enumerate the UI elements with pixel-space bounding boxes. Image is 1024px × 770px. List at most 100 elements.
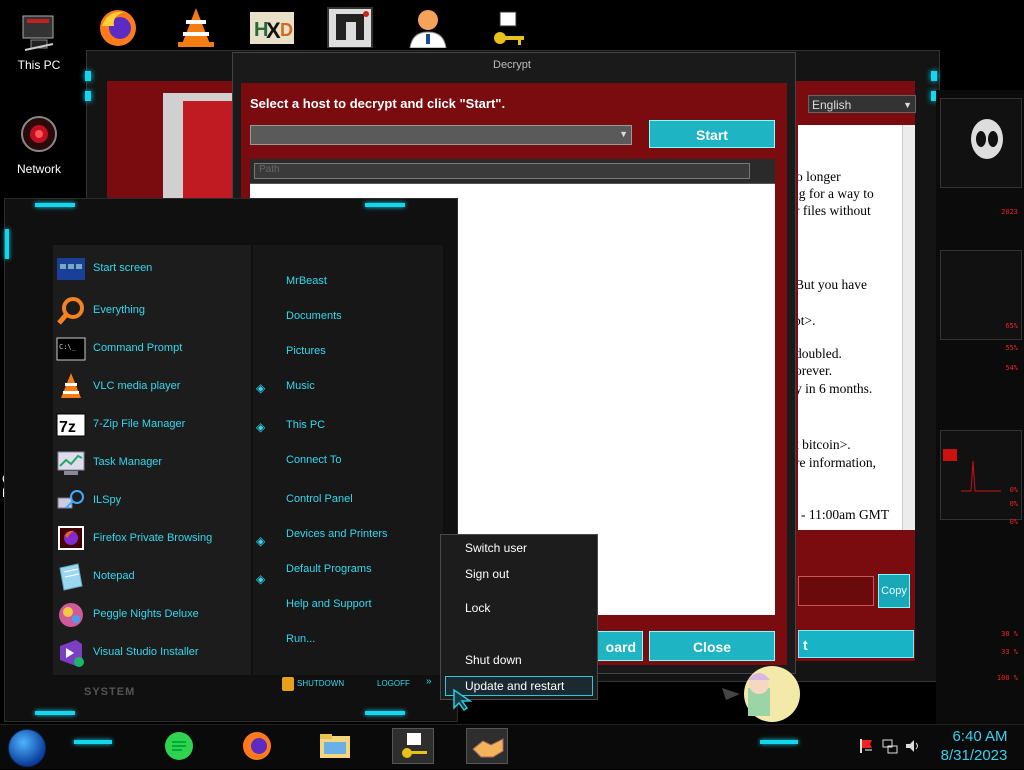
program-item-command-prompt[interactable]: C:\_ Command Prompt	[54, 334, 244, 364]
clock-time[interactable]: 6:40 AM	[940, 728, 1020, 745]
svg-text:X: X	[266, 18, 281, 43]
ransom-line: doubled.	[798, 346, 842, 361]
program-item-7zip[interactable]: 7z 7-Zip File Manager	[54, 410, 244, 440]
place-item-documents[interactable]: Documents	[286, 310, 342, 322]
ransom-line: y in 6 months.	[798, 381, 873, 396]
program-label: Task Manager	[93, 456, 163, 468]
program-item-start-screen[interactable]: Start screen	[54, 254, 244, 284]
svg-text:7z: 7z	[59, 419, 76, 436]
log-column-header[interactable]: Path	[254, 163, 750, 179]
power-options-arrow-icon[interactable]: »	[426, 676, 432, 687]
program-item-task-manager[interactable]: Task Manager	[54, 448, 244, 478]
7zip-icon: 7z	[56, 410, 86, 440]
program-item-everything[interactable]: Everything	[54, 296, 244, 326]
menu-item-update-restart[interactable]: Update and restart	[465, 679, 564, 693]
menu-item-lock[interactable]: Lock	[465, 601, 490, 615]
place-item-this-pc[interactable]: This PC	[286, 419, 325, 431]
taskbar-decryptor[interactable]	[392, 728, 434, 764]
shutdown-button[interactable]: SHUTDOWN	[297, 679, 344, 688]
ransom-line: But you have	[798, 277, 867, 292]
notepad-icon	[56, 562, 86, 592]
place-item-help-support[interactable]: Help and Support	[286, 598, 372, 610]
power-icon	[282, 677, 294, 691]
taskbar-file-explorer[interactable]	[314, 728, 356, 764]
gadget-value: 38 %	[1001, 630, 1018, 638]
menu-item-sign-out[interactable]: Sign out	[465, 567, 509, 581]
start-button[interactable]	[8, 729, 46, 767]
close-button[interactable]: Close	[649, 631, 775, 661]
check-payment-button[interactable]: t	[798, 630, 914, 658]
character-widget-icon	[722, 666, 800, 722]
network-tray-icon[interactable]	[882, 738, 898, 754]
place-item-connect-to[interactable]: Connect To	[286, 454, 341, 466]
network-icon	[17, 114, 61, 158]
svg-text:D: D	[280, 20, 293, 40]
notes-app-icon	[165, 732, 193, 760]
desktop-icon-network[interactable]: Network	[4, 114, 74, 176]
program-item-visual-studio-installer[interactable]: Visual Studio Installer	[54, 638, 244, 668]
vlc-icon[interactable]	[172, 6, 220, 48]
decryptor-key-icon[interactable]	[484, 6, 532, 48]
place-item-pictures[interactable]: Pictures	[286, 345, 326, 357]
task-manager-icon	[56, 448, 86, 478]
submenu-arrow-icon: ◈	[256, 572, 266, 586]
ilspy-icon	[56, 486, 86, 516]
ransom-note-text: o longer ng for a way to r files without…	[798, 125, 902, 530]
place-item-default-programs[interactable]: Default Programs	[286, 563, 372, 575]
taskbar-firefox[interactable]	[236, 728, 278, 764]
gadget-value: 65%	[1005, 322, 1018, 330]
ransom-line: r files without	[798, 203, 871, 218]
peggle-icon	[56, 600, 86, 630]
program-label: Everything	[93, 304, 145, 316]
taskbar-notes-app[interactable]	[158, 728, 200, 764]
mouse-cursor-icon	[453, 688, 473, 712]
places-pane	[253, 245, 443, 675]
program-item-peggle[interactable]: Peggle Nights Deluxe	[54, 600, 244, 630]
copy-to-clipboard-button[interactable]: oard	[593, 631, 643, 661]
power-bar: SHUTDOWN LOGOFF »	[282, 676, 438, 692]
ransom-line: pt>.	[798, 313, 816, 328]
chevron-down-icon: ▼	[903, 100, 912, 110]
submenu-arrow-icon: ◈	[256, 420, 266, 434]
place-item-devices-printers[interactable]: Devices and Printers	[286, 528, 388, 540]
program-label: Visual Studio Installer	[93, 646, 199, 658]
program-item-notepad[interactable]: Notepad	[54, 562, 244, 592]
program-label: Firefox Private Browsing	[93, 532, 213, 544]
hxd-icon[interactable]: HXD	[248, 6, 296, 48]
desktop-icon-this-pc[interactable]: This PC	[4, 10, 74, 72]
program-item-firefox-private[interactable]: Firefox Private Browsing	[54, 524, 244, 554]
submenu-arrow-icon: ◈	[256, 534, 266, 548]
copy-button[interactable]: Copy	[878, 574, 910, 608]
everything-search-icon	[56, 296, 86, 326]
decrypt-instructions: Select a host to decrypt and click "Star…	[250, 96, 506, 111]
place-item-control-panel[interactable]: Control Panel	[286, 493, 353, 505]
decryptor-key-icon	[402, 733, 427, 758]
ransom-line: ng for a way to	[798, 186, 874, 201]
user-icon[interactable]	[404, 6, 452, 49]
action-center-flag-icon[interactable]	[858, 738, 874, 754]
firefox-icon	[243, 732, 271, 760]
place-item-mrbeast[interactable]: MrBeast	[286, 275, 327, 287]
place-item-music[interactable]: Music	[286, 380, 315, 392]
menu-item-switch-user[interactable]: Switch user	[465, 541, 527, 555]
volume-icon[interactable]	[904, 738, 920, 754]
ransom-scrollbar[interactable]	[902, 125, 915, 530]
bitcoin-address-field[interactable]	[798, 576, 874, 606]
start-button[interactable]: Start	[649, 120, 775, 148]
menu-item-shut-down[interactable]: Shut down	[465, 653, 522, 667]
system-label: SYSTEM	[84, 686, 136, 698]
firefox-icon[interactable]	[94, 6, 142, 48]
taskbar-handshake-app[interactable]	[466, 728, 508, 764]
gadget-value: 0%	[1009, 500, 1018, 508]
program-item-ilspy[interactable]: ILSpy	[54, 486, 244, 516]
program-item-vlc[interactable]: VLC media player	[54, 372, 244, 402]
app-icon[interactable]	[326, 6, 374, 49]
language-select[interactable]: English ▼	[808, 95, 916, 113]
log-header: Path	[250, 159, 775, 184]
visual-studio-icon	[56, 638, 86, 668]
clock-date[interactable]: 8/31/2023	[934, 747, 1014, 764]
place-item-run[interactable]: Run...	[286, 633, 315, 645]
program-label: Peggle Nights Deluxe	[93, 608, 199, 620]
host-select[interactable]: ▼	[250, 125, 632, 145]
logoff-button[interactable]: LOGOFF	[377, 679, 410, 688]
